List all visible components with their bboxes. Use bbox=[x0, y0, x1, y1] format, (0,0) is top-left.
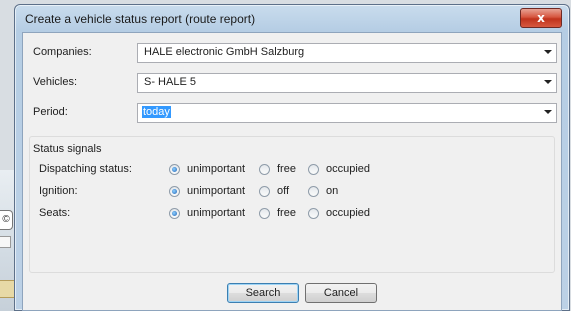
title-bar[interactable]: Create a vehicle status report (route re… bbox=[15, 5, 569, 32]
radio-label: unimportant bbox=[187, 185, 246, 197]
close-button[interactable]: x bbox=[520, 8, 562, 28]
radio-empty-icon[interactable] bbox=[259, 185, 270, 197]
radio-label: free bbox=[277, 163, 296, 175]
background-app-icon: © bbox=[0, 210, 13, 230]
radio-label: occupied bbox=[326, 207, 371, 219]
radio-label: free bbox=[277, 207, 296, 219]
status-signals-group bbox=[29, 136, 555, 273]
window-title: Create a vehicle status report (route re… bbox=[25, 12, 256, 26]
radio-label: on bbox=[326, 185, 339, 197]
dialog-window: Create a vehicle status report (route re… bbox=[14, 4, 570, 311]
ignition-off-radio[interactable]: off bbox=[259, 185, 289, 197]
vehicles-combobox[interactable]: S- HALE 5 bbox=[137, 73, 557, 93]
search-button[interactable]: Search bbox=[227, 283, 299, 303]
dialog-content: Companies: HALE electronic GmbH Salzburg… bbox=[22, 32, 562, 311]
companies-combobox[interactable]: HALE electronic GmbH Salzburg bbox=[137, 43, 557, 63]
ignition-label: Ignition: bbox=[39, 185, 78, 197]
radio-label: unimportant bbox=[187, 207, 246, 219]
vehicles-value: S- HALE 5 bbox=[144, 76, 196, 88]
seats-unimportant-radio[interactable]: unimportant bbox=[169, 207, 245, 219]
dispatching-unimportant-radio[interactable]: unimportant bbox=[169, 163, 245, 175]
seats-occupied-radio[interactable]: occupied bbox=[308, 207, 370, 219]
radio-selected-icon[interactable] bbox=[169, 163, 180, 175]
seats-label: Seats: bbox=[39, 207, 71, 219]
dispatching-free-radio[interactable]: free bbox=[259, 163, 296, 175]
radio-empty-icon[interactable] bbox=[259, 207, 270, 219]
cancel-button[interactable]: Cancel bbox=[305, 283, 377, 303]
close-icon: x bbox=[537, 11, 545, 25]
radio-label: occupied bbox=[326, 163, 371, 175]
chevron-down-icon[interactable] bbox=[544, 50, 552, 54]
ignition-on-radio[interactable]: on bbox=[308, 185, 338, 197]
radio-empty-icon[interactable] bbox=[308, 185, 319, 197]
ignition-unimportant-radio[interactable]: unimportant bbox=[169, 185, 245, 197]
status-signals-title: Status signals bbox=[33, 143, 102, 155]
radio-empty-icon[interactable] bbox=[308, 163, 319, 175]
companies-label: Companies: bbox=[33, 46, 92, 58]
seats-free-radio[interactable]: free bbox=[259, 207, 296, 219]
radio-selected-icon[interactable] bbox=[169, 185, 180, 197]
radio-selected-icon[interactable] bbox=[169, 207, 180, 219]
period-value: today bbox=[142, 106, 171, 118]
chevron-down-icon[interactable] bbox=[544, 110, 552, 114]
radio-empty-icon[interactable] bbox=[308, 207, 319, 219]
dispatching-status-label: Dispatching status: bbox=[39, 163, 132, 175]
chevron-down-icon[interactable] bbox=[544, 80, 552, 84]
vehicles-label: Vehicles: bbox=[33, 76, 78, 88]
background-app-control bbox=[0, 236, 11, 248]
radio-label: off bbox=[277, 185, 290, 197]
period-label: Period: bbox=[33, 106, 68, 118]
period-combobox[interactable]: today bbox=[137, 103, 557, 123]
radio-empty-icon[interactable] bbox=[259, 163, 270, 175]
companies-value: HALE electronic GmbH Salzburg bbox=[144, 46, 305, 58]
dispatching-occupied-radio[interactable]: occupied bbox=[308, 163, 370, 175]
radio-label: unimportant bbox=[187, 163, 246, 175]
